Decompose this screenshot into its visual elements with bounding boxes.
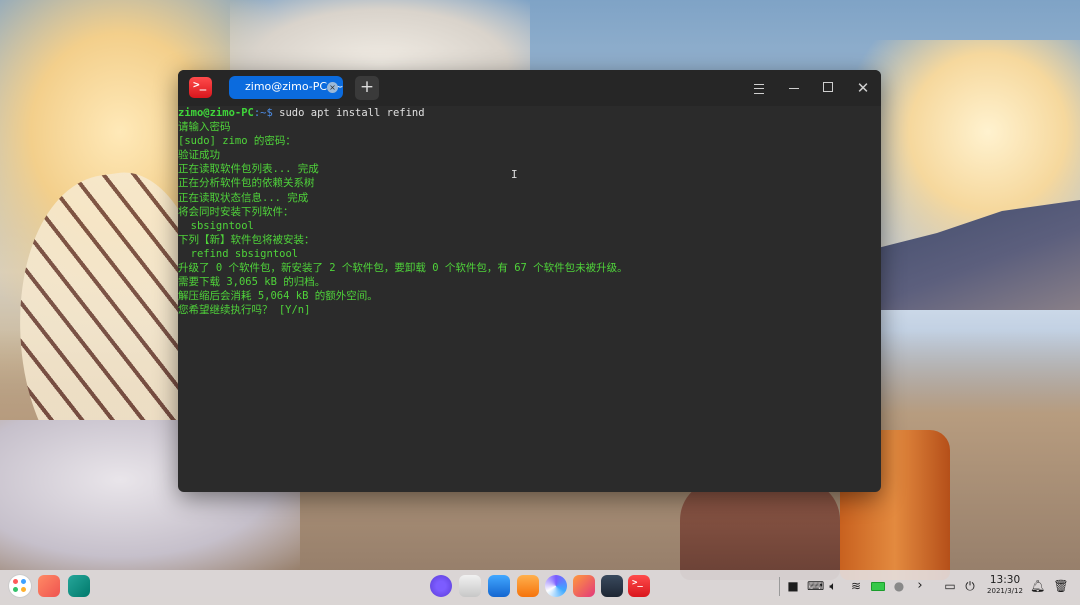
prompt-command: sudo apt install refind: [279, 107, 425, 119]
maximize-button[interactable]: [818, 78, 838, 98]
power-icon[interactable]: ⏻: [962, 576, 978, 596]
output-line: 解压缩后会消耗 5,064 kB 的额外空间。: [178, 290, 378, 303]
trash-icon[interactable]: 🗑︎: [1053, 576, 1069, 596]
output-line: 升级了 0 个软件包，新安装了 2 个软件包，要卸载 0 个软件包，有 67 个…: [178, 262, 628, 275]
output-line: refind sbsigntool: [178, 247, 299, 260]
tab-terminal[interactable]: zimo@zimo-PC: ~ ×: [229, 76, 343, 99]
app-store-icon[interactable]: [488, 575, 510, 597]
output-line: [sudo] zimo 的密码：: [178, 135, 296, 148]
terminal-app-icon: >_: [189, 77, 212, 98]
show-desktop-icon[interactable]: [68, 575, 90, 597]
bell-icon[interactable]: 🔔︎: [1030, 576, 1045, 596]
output-line: 需要下载 3,065 kB 的归档。: [178, 276, 326, 289]
output-line: sbsigntool: [178, 219, 254, 232]
expand-tray-icon[interactable]: ›: [914, 576, 926, 596]
text-cursor-icon: I: [511, 168, 518, 181]
taskbar-dock: >_ ■ ⌨ 🔈︎ ≋ ● › ▭ ⏻ 13:30 2021/3/12 🔔︎ 🗑…: [0, 570, 1080, 605]
terminal-window[interactable]: >_ zimo@zimo-PC: ~ × + ✕ zimo@zimo-PC:~$…: [178, 70, 881, 492]
prompt-user-host: zimo@zimo-PC: [178, 107, 254, 119]
tab-close-icon[interactable]: ×: [327, 82, 338, 93]
control-center-icon[interactable]: [430, 575, 452, 597]
volume-icon[interactable]: 🔈︎: [826, 576, 840, 596]
output-line: 验证成功: [178, 149, 220, 162]
terminal-dock-icon[interactable]: >_: [628, 575, 650, 597]
notification-center-icon[interactable]: ▭: [943, 576, 957, 596]
tray-divider: [779, 577, 780, 596]
new-tab-button[interactable]: +: [355, 76, 379, 100]
terminal-output[interactable]: zimo@zimo-PC:~$ sudo apt install refind …: [178, 106, 881, 492]
clock[interactable]: 13:30 2021/3/12: [985, 574, 1025, 596]
keyboard-icon[interactable]: ⌨: [807, 576, 824, 596]
output-line: 下列【新】软件包将被安装：: [178, 233, 315, 246]
clock-date: 2021/3/12: [987, 587, 1023, 595]
titlebar[interactable]: >_ zimo@zimo-PC: ~ × + ✕: [178, 70, 881, 106]
device-icon[interactable]: ●: [893, 576, 905, 596]
screen-recorder-icon[interactable]: ■: [785, 576, 801, 596]
battery-icon[interactable]: [869, 576, 887, 596]
output-line: 请输入密码: [178, 121, 231, 134]
minimize-button[interactable]: [784, 78, 804, 98]
output-line: 您希望继续执行吗？ [Y/n]: [178, 304, 311, 317]
browser-icon[interactable]: [545, 575, 567, 597]
output-line: 正在读取状态信息... 完成: [178, 191, 309, 204]
wifi-icon[interactable]: ≋: [848, 576, 864, 596]
image-viewer-icon[interactable]: [573, 575, 595, 597]
clock-time: 13:30: [989, 574, 1021, 586]
minimize-icon: [789, 88, 799, 89]
prompt-line: zimo@zimo-PC:~$ sudo apt install refind: [178, 106, 881, 120]
close-button[interactable]: ✕: [853, 78, 873, 98]
multitask-view-icon[interactable]: [38, 575, 60, 597]
hamburger-icon: [754, 83, 764, 94]
menu-button[interactable]: [749, 78, 769, 98]
output-line: 正在分析软件包的依赖关系树: [178, 177, 315, 190]
maximize-icon: [823, 82, 833, 92]
camera-icon[interactable]: [459, 575, 481, 597]
archive-manager-icon[interactable]: [517, 575, 539, 597]
output-line: 正在读取软件包列表... 完成: [178, 163, 319, 176]
launcher-icon[interactable]: [9, 575, 31, 597]
output-line: 将会同时安装下列软件：: [178, 205, 294, 218]
prompt-path: :~$: [253, 107, 280, 119]
print-manager-icon[interactable]: [601, 575, 623, 597]
